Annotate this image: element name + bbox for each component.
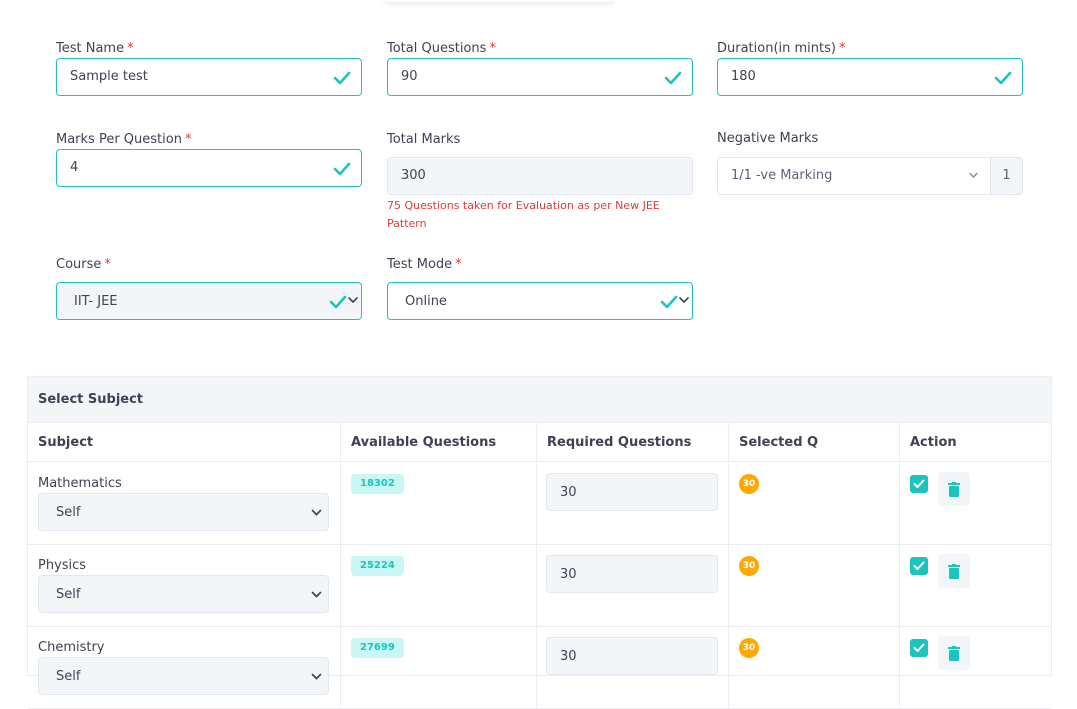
trash-icon xyxy=(948,646,960,661)
chevron-down-icon xyxy=(311,591,322,598)
column-header-subject: Subject xyxy=(28,422,341,462)
required-value: 30 xyxy=(560,567,577,582)
negative-marks-label: Negative Marks xyxy=(717,131,819,146)
duration-label: Duration(in mints) * xyxy=(717,41,846,56)
source-select[interactable]: Self xyxy=(38,657,329,695)
selected-count-badge: 30 xyxy=(739,474,759,494)
checkbox-checked-icon[interactable] xyxy=(910,475,928,493)
table-row: Chemistry Self 27699 30 30 xyxy=(28,627,1051,709)
negative-marks-select[interactable]: 1/1 -ve Marking xyxy=(717,157,991,195)
action-cell xyxy=(900,545,1051,627)
marks-per-question-value: 4 xyxy=(70,160,79,175)
test-mode-value: Online xyxy=(405,294,447,309)
subject-cell: Chemistry Self xyxy=(28,627,341,709)
total-marks-input: 300 xyxy=(387,157,693,195)
check-icon xyxy=(333,162,351,176)
column-header-required: Required Questions xyxy=(537,422,729,462)
source-value: Self xyxy=(56,669,81,684)
duration-input[interactable]: 180 xyxy=(717,58,1023,96)
required-input[interactable]: 30 xyxy=(546,637,718,675)
required-input[interactable]: 30 xyxy=(546,555,718,593)
course-value: IIT- JEE xyxy=(74,294,118,309)
chevron-down-icon xyxy=(311,509,322,516)
subject-name: Physics xyxy=(38,558,87,573)
check-icon xyxy=(333,71,351,85)
select-subject-card: Select Subject Subject Available Questio… xyxy=(27,376,1052,709)
delete-button[interactable] xyxy=(938,554,970,588)
chevron-down-icon xyxy=(679,297,689,304)
selected-count-badge: 30 xyxy=(739,638,759,658)
source-select[interactable]: Self xyxy=(38,575,329,613)
checkbox-checked-icon[interactable] xyxy=(910,639,928,657)
delete-button[interactable] xyxy=(938,472,970,506)
check-icon xyxy=(994,71,1012,85)
trash-icon xyxy=(948,564,960,579)
required-cell: 30 xyxy=(537,627,729,709)
required-value: 30 xyxy=(560,485,577,500)
trash-icon xyxy=(948,482,960,497)
duration-value: 180 xyxy=(731,69,756,84)
source-select[interactable]: Self xyxy=(38,493,329,531)
subject-name: Chemistry xyxy=(38,640,105,655)
total-questions-input[interactable]: 90 xyxy=(387,58,693,96)
test-mode-label: Test Mode * xyxy=(387,257,462,272)
action-cell xyxy=(900,463,1051,545)
evaluation-note: 75 Questions taken for Evaluation as per… xyxy=(387,199,660,230)
table-row: Physics Self 25224 30 30 xyxy=(28,545,1051,627)
required-cell: 30 xyxy=(537,545,729,627)
chevron-down-icon xyxy=(311,673,322,680)
available-cell: 27699 xyxy=(341,627,537,709)
selected-cell: 30 xyxy=(729,463,900,545)
test-name-input[interactable]: Sample test xyxy=(56,58,362,96)
test-name-label: Test Name * xyxy=(56,41,134,56)
table-row: Mathematics Self 18302 30 30 xyxy=(28,463,1051,545)
marks-per-question-input[interactable]: 4 xyxy=(56,149,362,187)
action-cell xyxy=(900,627,1051,709)
source-value: Self xyxy=(56,587,81,602)
selected-cell: 30 xyxy=(729,545,900,627)
card-title: Select Subject xyxy=(38,392,144,407)
subject-name: Mathematics xyxy=(38,476,122,491)
chevron-down-icon xyxy=(348,297,358,304)
column-header-selected: Selected Q xyxy=(729,422,900,462)
negative-marks-value: 1/1 -ve Marking xyxy=(731,168,833,183)
test-mode-select[interactable]: Online xyxy=(387,282,693,320)
source-value: Self xyxy=(56,505,81,520)
total-questions-label: Total Questions * xyxy=(387,41,496,56)
selected-cell: 30 xyxy=(729,627,900,709)
subject-cell: Mathematics Self xyxy=(28,463,341,545)
check-icon xyxy=(329,295,347,309)
check-icon xyxy=(664,71,682,85)
card-header: Select Subject xyxy=(28,377,1051,423)
total-marks-label: Total Marks xyxy=(387,132,461,147)
check-icon xyxy=(660,295,678,309)
required-value: 30 xyxy=(560,649,577,664)
subject-cell: Physics Self xyxy=(28,545,341,627)
column-header-action: Action xyxy=(900,422,1051,462)
available-badge: 27699 xyxy=(351,638,404,658)
marks-per-question-label: Marks Per Question * xyxy=(56,132,192,147)
column-header-available: Available Questions xyxy=(341,422,537,462)
available-badge: 18302 xyxy=(351,474,404,494)
total-questions-value: 90 xyxy=(401,69,418,84)
delete-button[interactable] xyxy=(938,636,970,670)
course-label: Course * xyxy=(56,257,111,272)
selected-count-badge: 30 xyxy=(739,556,759,576)
checkbox-checked-icon[interactable] xyxy=(910,557,928,575)
available-cell: 25224 xyxy=(341,545,537,627)
total-marks-value: 300 xyxy=(401,168,426,183)
available-badge: 25224 xyxy=(351,556,404,576)
chevron-down-icon xyxy=(969,172,978,178)
required-input[interactable]: 30 xyxy=(546,473,718,511)
course-select[interactable]: IIT- JEE xyxy=(56,282,362,320)
available-cell: 18302 xyxy=(341,463,537,545)
negative-marks-addon: 1 xyxy=(990,157,1023,195)
test-name-value: Sample test xyxy=(70,69,148,84)
top-card-edge xyxy=(385,0,613,2)
required-cell: 30 xyxy=(537,463,729,545)
